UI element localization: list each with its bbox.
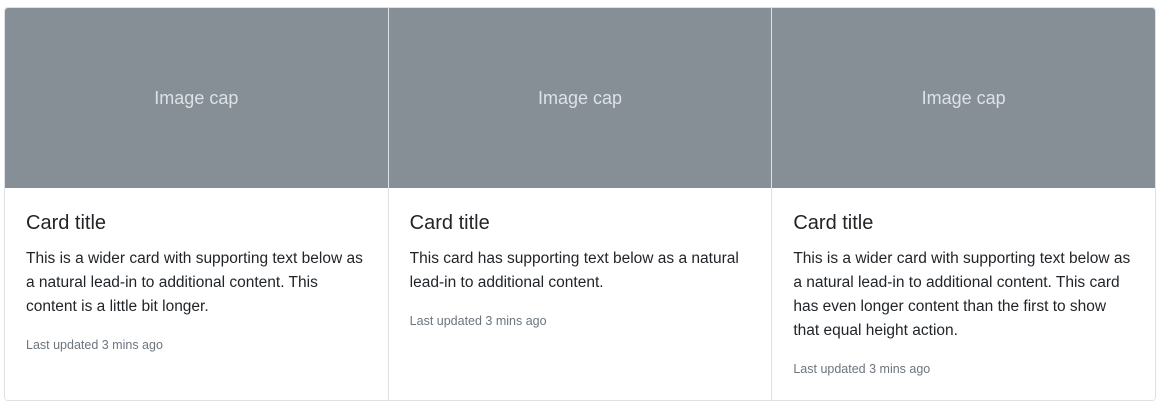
card-image-placeholder: Image cap (5, 8, 388, 188)
card-body: Card title This is a wider card with sup… (772, 188, 1155, 378)
card-last-updated: Last updated 3 mins ago (26, 338, 163, 352)
card-body: Card title This is a wider card with sup… (5, 188, 388, 354)
card-last-updated: Last updated 3 mins ago (793, 362, 931, 376)
card: Image cap Card title This is a wider car… (771, 8, 1155, 400)
card-title: Card title (26, 212, 107, 234)
card-text: This card has supporting text below as a… (409, 250, 739, 291)
card-group: Image cap Card title This is a wider car… (4, 7, 1156, 401)
card: Image cap Card title This is a wider car… (5, 8, 388, 400)
image-cap-label: Image cap (154, 87, 239, 108)
card-text: This is a wider card with supporting tex… (26, 250, 363, 315)
card-body: Card title This card has supporting text… (389, 188, 772, 330)
card-title: Card title (793, 212, 874, 234)
card-title: Card title (409, 212, 490, 234)
card-text: This is a wider card with supporting tex… (793, 250, 1131, 339)
card-image-placeholder: Image cap (772, 8, 1155, 188)
image-cap-label: Image cap (537, 87, 623, 108)
image-cap-label: Image cap (921, 87, 1006, 108)
card-image-placeholder: Image cap (388, 8, 772, 188)
card-last-updated: Last updated 3 mins ago (409, 314, 547, 328)
card: Image cap Card title This card has suppo… (387, 8, 772, 400)
